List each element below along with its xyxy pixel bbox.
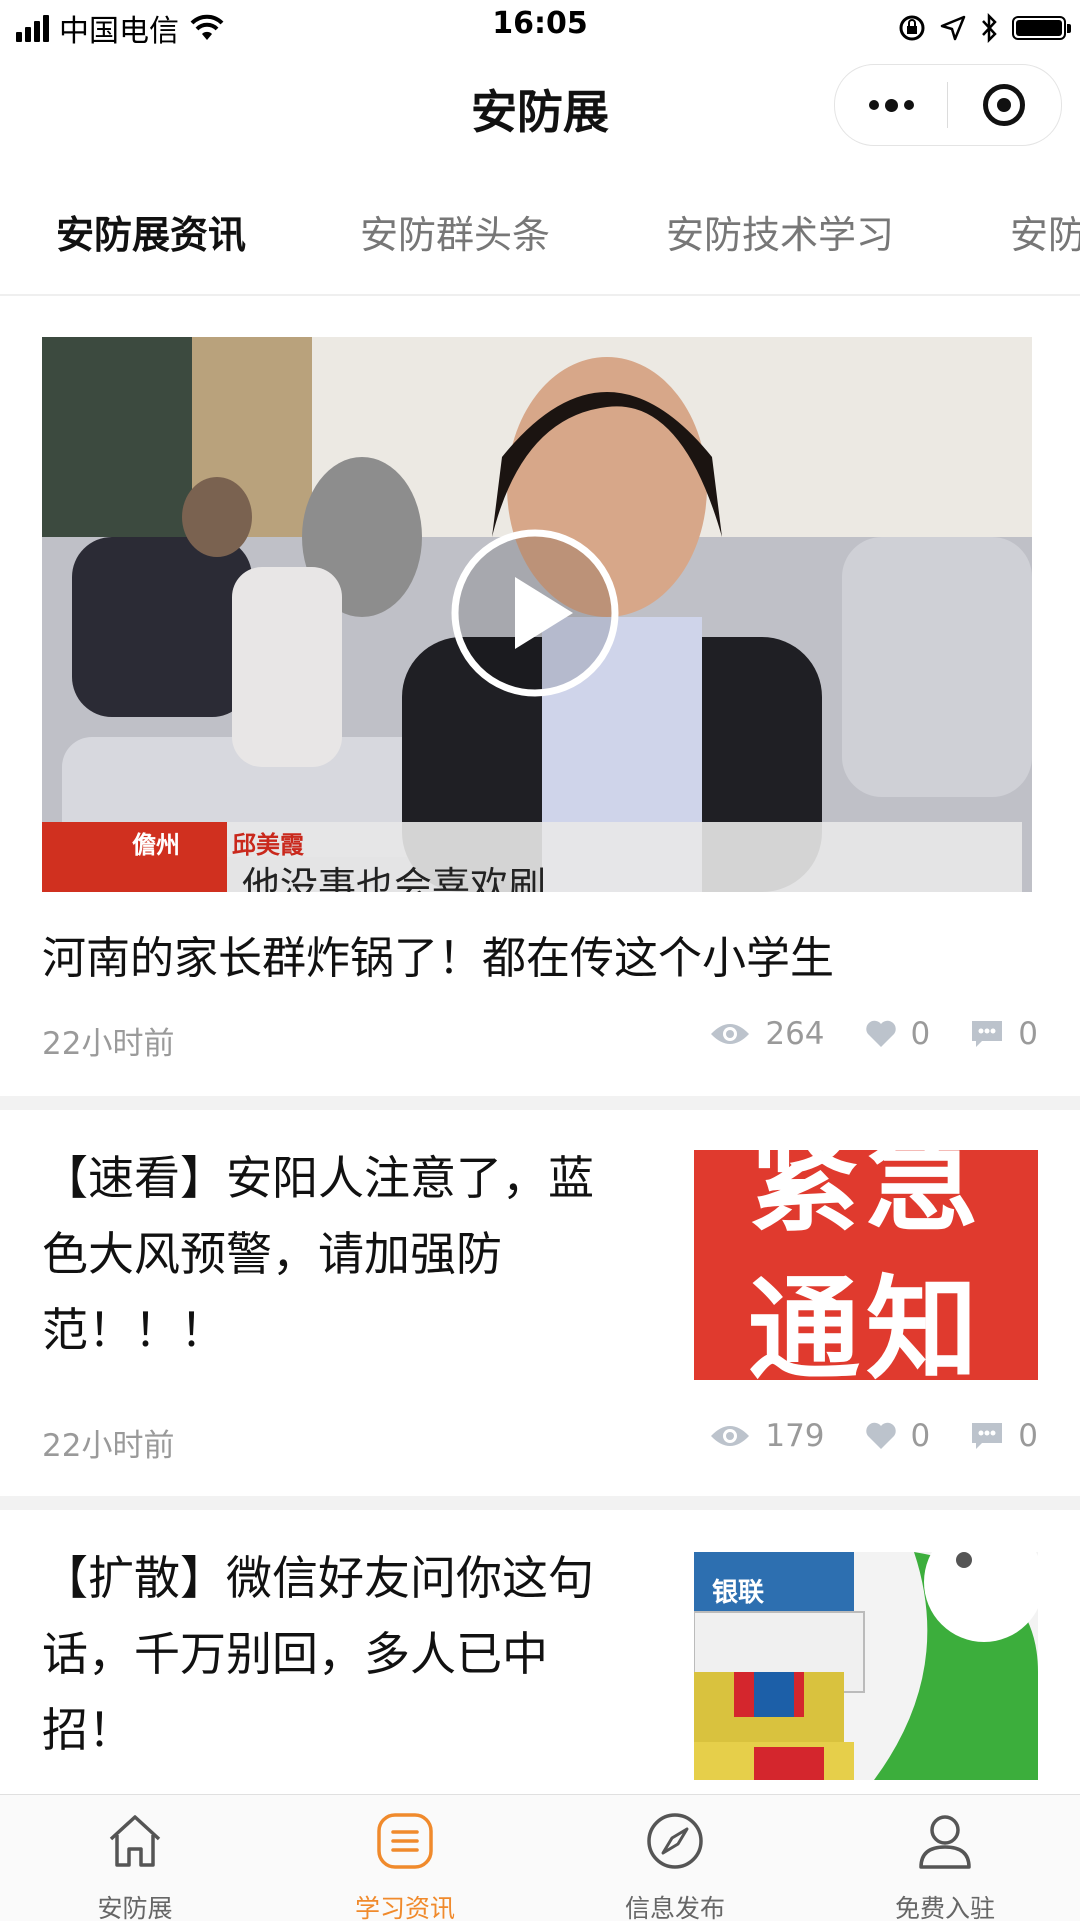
video-thumbnail[interactable]: 儋州 邱美霞 他没事也会喜欢刷 <box>42 337 1032 892</box>
article-time: 22小时前 <box>42 1026 175 1062</box>
heart-icon <box>865 1020 896 1047</box>
video-caption-location: 儋州 <box>132 831 180 859</box>
bluetooth-icon <box>982 13 997 43</box>
divider <box>0 1096 1080 1110</box>
compass-icon <box>647 1813 703 1869</box>
article-time: 22小时前 <box>42 1428 175 1464</box>
heart-icon <box>865 1422 896 1449</box>
battery-icon <box>1012 16 1071 40</box>
play-icon <box>451 529 619 697</box>
tab-tech-learning[interactable]: 安防技术学习 <box>666 204 894 259</box>
eye-icon <box>711 1024 750 1044</box>
nav-item-free-join[interactable]: 免费入驻 <box>810 1795 1080 1923</box>
like-count: 0 <box>910 1418 931 1454</box>
more-menu-button[interactable] <box>835 65 947 145</box>
title-bar: 安防展 <box>0 54 1080 158</box>
article-meta: 22小时前 264 0 0 <box>42 1012 1038 1062</box>
user-icon <box>919 1815 971 1869</box>
rotation-lock-icon <box>899 15 925 41</box>
bottom-nav: 安防展 学习资讯 信息发布 免费入驻 <box>0 1794 1080 1923</box>
nav-item-learning-news[interactable]: 学习资讯 <box>270 1795 540 1923</box>
status-bar: 中国电信 16:05 <box>0 0 1080 54</box>
home-icon <box>109 1815 161 1867</box>
like-count: 0 <box>910 1016 931 1052</box>
thumbnail-text-line2: 通知 <box>748 1265 984 1380</box>
article-meta: 22小时前 179 0 0 <box>42 1414 1038 1464</box>
news-list-icon <box>377 1813 433 1869</box>
eye-icon <box>711 1426 750 1446</box>
view-count: 264 <box>765 1016 825 1052</box>
comment-icon <box>972 1423 1003 1449</box>
article-title[interactable]: 【扩散】微信好友问你这句话，千万别回，多人已中招！ <box>42 1540 602 1768</box>
divider <box>0 1496 1080 1510</box>
thumbnail-text-line1: 紧急 <box>748 1150 984 1247</box>
video-caption-subtitle: 他没事也会喜欢刷 <box>242 864 547 892</box>
comment-icon <box>972 1021 1003 1047</box>
article-thumbnail[interactable]: 紧急 通知 <box>694 1150 1038 1380</box>
comment-count: 0 <box>1018 1016 1038 1052</box>
more-dots-icon <box>868 98 914 112</box>
target-icon <box>983 84 1025 126</box>
comment-count: 0 <box>1018 1418 1038 1454</box>
tab-more-partial[interactable]: 安防 <box>1010 204 1080 259</box>
thumbnail-text: 银联 <box>712 1578 765 1608</box>
tab-group-headlines[interactable]: 安防群头条 <box>360 204 550 259</box>
article-title[interactable]: 河南的家长群炸锅了！都在传这个小学生 <box>42 922 834 986</box>
tab-anfangzhan-news[interactable]: 安防展资讯 <box>56 204 246 259</box>
mini-program-capsule <box>834 64 1062 146</box>
article-title[interactable]: 【速看】安阳人注意了，蓝色大风预警，请加强防范！！！ <box>42 1140 602 1368</box>
location-arrow-icon <box>940 15 966 41</box>
close-capsule-button[interactable] <box>948 65 1060 145</box>
article-thumbnail[interactable]: 银联 <box>694 1552 1038 1780</box>
view-count: 179 <box>765 1418 825 1454</box>
nav-item-home[interactable]: 安防展 <box>0 1795 270 1923</box>
category-tabs: 安防展资讯 安防群头条 安防技术学习 安防 <box>0 158 1080 296</box>
nav-item-publish-info[interactable]: 信息发布 <box>540 1795 810 1923</box>
